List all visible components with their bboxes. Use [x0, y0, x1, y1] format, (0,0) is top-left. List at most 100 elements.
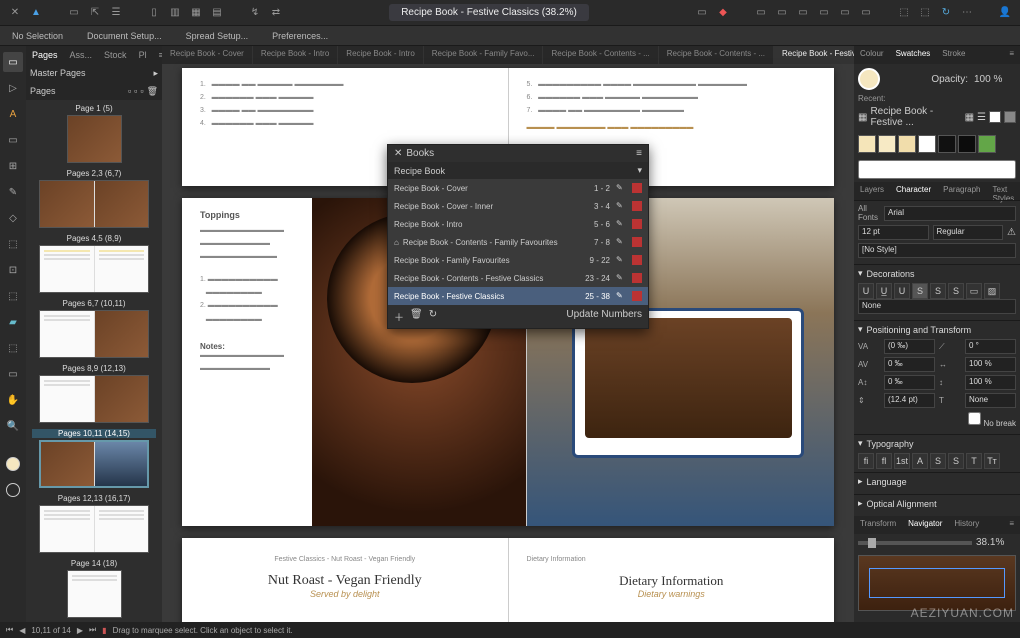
view-grid-icon[interactable]: ▦ — [187, 4, 205, 22]
tab-stroke[interactable]: Stroke — [936, 46, 971, 64]
chevron-right-icon[interactable]: ▸ — [858, 498, 863, 509]
text-style-select[interactable]: [No Style] — [858, 243, 1016, 258]
preview-icon[interactable]: ▭ — [693, 4, 711, 22]
text-flow-icon[interactable]: ↯ — [246, 4, 264, 22]
record-icon[interactable]: ◆ — [714, 4, 732, 22]
grid-view-icon[interactable]: ▦ — [965, 112, 974, 123]
chevron-down-icon[interactable]: ▾ — [858, 438, 863, 449]
more-icon[interactable]: ⋯ — [958, 4, 976, 22]
chevron-down-icon[interactable]: ▾ — [858, 324, 863, 335]
view-spread-icon[interactable]: ▥ — [166, 4, 184, 22]
menu-preferences[interactable]: Preferences... — [260, 28, 340, 44]
file-open-icon[interactable]: ▭ — [65, 4, 83, 22]
typo-btn[interactable]: 1st — [894, 453, 910, 469]
strike2-button[interactable]: S — [930, 283, 946, 299]
zoom-input[interactable]: 38.1% — [976, 537, 1016, 548]
tab-navigator[interactable]: Navigator — [902, 516, 948, 534]
align-right-icon[interactable]: ▭ — [794, 4, 812, 22]
crop-tool[interactable]: ⊡ — [3, 260, 23, 280]
strike-button[interactable]: S — [912, 283, 928, 299]
books-panel[interactable]: ✕Books ≡ Recipe Book▾ Recipe Book - Cove… — [387, 144, 649, 329]
typo-btn[interactable]: A — [912, 453, 928, 469]
fill-chip[interactable] — [858, 68, 880, 90]
remove-chapter-icon[interactable]: 🗑 — [410, 309, 423, 324]
menu-document-setup[interactable]: Document Setup... — [75, 28, 174, 44]
tab-history[interactable]: History — [948, 516, 985, 534]
doc-swatches-select[interactable]: Recipe Book - Festive ... — [870, 106, 961, 128]
reg-swatch[interactable] — [1004, 111, 1016, 123]
typo-btn[interactable]: T — [966, 453, 982, 469]
tab-assets[interactable]: Ass... — [64, 48, 99, 62]
move-tool[interactable]: ▭ — [3, 52, 23, 72]
tab-pl[interactable]: Pl — [133, 48, 153, 62]
last-page-icon[interactable]: ⏭ — [89, 625, 96, 635]
next-page-icon[interactable]: ▶ — [77, 626, 83, 635]
spread-tab[interactable]: Recipe Book - Cover — [162, 46, 253, 64]
menu-no-selection[interactable]: No Selection — [0, 28, 75, 44]
base-input[interactable]: 0 ‰ — [884, 375, 935, 390]
refresh-icon[interactable]: ↻ — [937, 4, 955, 22]
pen-icon[interactable]: ✎ — [616, 255, 626, 265]
swatch[interactable] — [938, 135, 956, 153]
close-panel-icon[interactable]: ✕ — [394, 148, 402, 159]
first-page-icon[interactable]: ⏮ — [6, 625, 13, 635]
spread-tab[interactable]: Recipe Book - Family Favo... — [424, 46, 544, 64]
pen-icon[interactable]: ✎ — [616, 273, 626, 283]
ungroup-icon[interactable]: ⬚ — [916, 4, 934, 22]
sync-icon[interactable]: ↻ — [429, 309, 437, 324]
typo-btn[interactable]: fi — [858, 453, 874, 469]
dup-page-icon[interactable]: ▫ — [134, 86, 137, 97]
distribute-v-icon[interactable]: ▭ — [836, 4, 854, 22]
view-single-icon[interactable]: ▯ — [145, 4, 163, 22]
leading-input[interactable]: (12.4 pt) — [884, 393, 935, 408]
update-numbers-button[interactable]: Update Numbers — [566, 309, 642, 324]
pen-icon[interactable]: ✎ — [616, 291, 626, 301]
hscale-input[interactable]: 100 % — [965, 357, 1016, 372]
group-icon[interactable]: ⬚ — [895, 4, 913, 22]
swatch[interactable] — [858, 135, 876, 153]
pen-icon[interactable]: ✎ — [616, 201, 626, 211]
dec-select[interactable]: None — [858, 299, 1016, 314]
view-list-icon[interactable]: ▤ — [208, 4, 226, 22]
link-text-icon[interactable]: ⇄ — [267, 4, 285, 22]
font-family-select[interactable]: Arial — [884, 206, 1016, 221]
chevron-down-icon[interactable]: ▾ — [858, 268, 863, 279]
tab-character[interactable]: Character — [890, 182, 937, 200]
swatch[interactable] — [898, 135, 916, 153]
nobreak-check[interactable] — [968, 411, 981, 426]
tab-text-styles[interactable]: Text Styles — [987, 182, 1020, 200]
spread-tab-active[interactable]: Recipe Book - Festive Clas... — [774, 46, 854, 64]
swatch[interactable] — [978, 135, 996, 153]
node-tool[interactable]: ▷ — [3, 78, 23, 98]
chevron-right-icon[interactable]: ▸ — [858, 476, 863, 487]
tab-colour[interactable]: Colour — [854, 46, 890, 64]
tab-layers[interactable]: Layers — [854, 182, 890, 200]
export-icon[interactable]: ⇱ — [86, 4, 104, 22]
spread-tab[interactable]: Recipe Book - Contents - ... — [543, 46, 658, 64]
fill-swatch[interactable] — [3, 454, 23, 474]
overline-button[interactable]: ▭ — [966, 283, 982, 299]
menu-spread-setup[interactable]: Spread Setup... — [174, 28, 261, 44]
tab-transform[interactable]: Transform — [854, 516, 902, 534]
pen-tool[interactable]: ✎ — [3, 182, 23, 202]
fill-tool[interactable]: ▰ — [3, 312, 23, 332]
page-list[interactable]: Page 1 (5) Pages 2,3 (6,7) Pages 4,5 (8,… — [26, 100, 162, 622]
swatch-search-input[interactable] — [858, 160, 1016, 179]
tab-paragraph[interactable]: Paragraph — [937, 182, 986, 200]
typo-btn[interactable]: Tᴛ — [984, 453, 1000, 469]
typo-btn[interactable]: S — [948, 453, 964, 469]
place-tool[interactable]: ▭ — [3, 364, 23, 384]
stroke-swatch[interactable] — [3, 480, 23, 500]
text-tool[interactable]: A — [3, 104, 23, 124]
distribute-h-icon[interactable]: ▭ — [815, 4, 833, 22]
swatch[interactable] — [878, 135, 896, 153]
pen-icon[interactable]: ✎ — [616, 183, 626, 193]
tab-swatches[interactable]: Swatches — [890, 46, 937, 64]
strike3-button[interactable]: S — [948, 283, 964, 299]
panel-menu-icon[interactable]: ≡ — [636, 148, 642, 159]
frame-text-tool[interactable]: ▭ — [3, 130, 23, 150]
panel-menu-icon[interactable]: ≡ — [1003, 46, 1020, 64]
typo-btn[interactable]: S — [930, 453, 946, 469]
book-selector[interactable]: Recipe Book▾ — [388, 162, 648, 179]
panel-menu-icon[interactable]: ≡ — [1003, 516, 1020, 534]
